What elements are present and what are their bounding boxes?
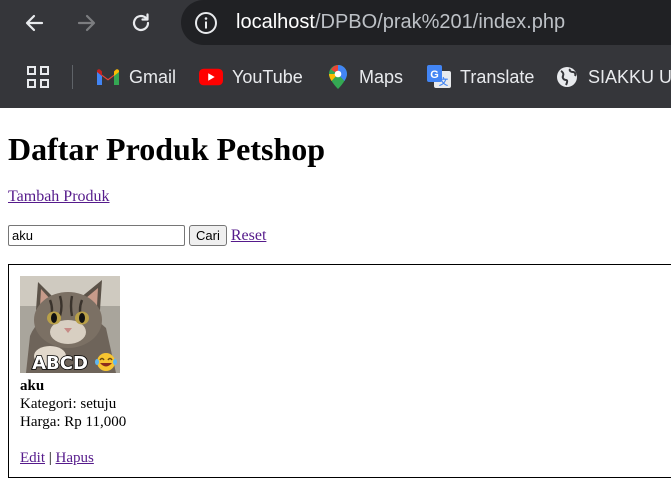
- page-content: Daftar Produk Petshop Tambah Produk Cari…: [0, 0, 671, 493]
- product-category: Kategori: setuju: [20, 396, 117, 412]
- delete-link[interactable]: Hapus: [56, 450, 94, 466]
- product-name: aku: [20, 378, 45, 394]
- edit-link[interactable]: Edit: [20, 450, 45, 466]
- product-actions: Edit | Hapus: [20, 450, 94, 467]
- page-title: Daftar Produk Petshop: [8, 131, 326, 167]
- product-image: ABCD: [20, 276, 120, 373]
- add-product-link[interactable]: Tambah Produk: [8, 188, 110, 206]
- action-separator: |: [48, 450, 52, 466]
- product-price: Harga: Rp 11,000: [20, 414, 127, 430]
- search-input[interactable]: [8, 225, 185, 246]
- search-form: Cari Reset: [8, 225, 266, 246]
- reset-link[interactable]: Reset: [231, 227, 267, 245]
- search-button[interactable]: Cari: [189, 225, 227, 246]
- product-card: ABCD aku Kategori: setuju Harga: Rp 11,0…: [8, 264, 671, 478]
- image-caption: ABCD: [32, 353, 88, 373]
